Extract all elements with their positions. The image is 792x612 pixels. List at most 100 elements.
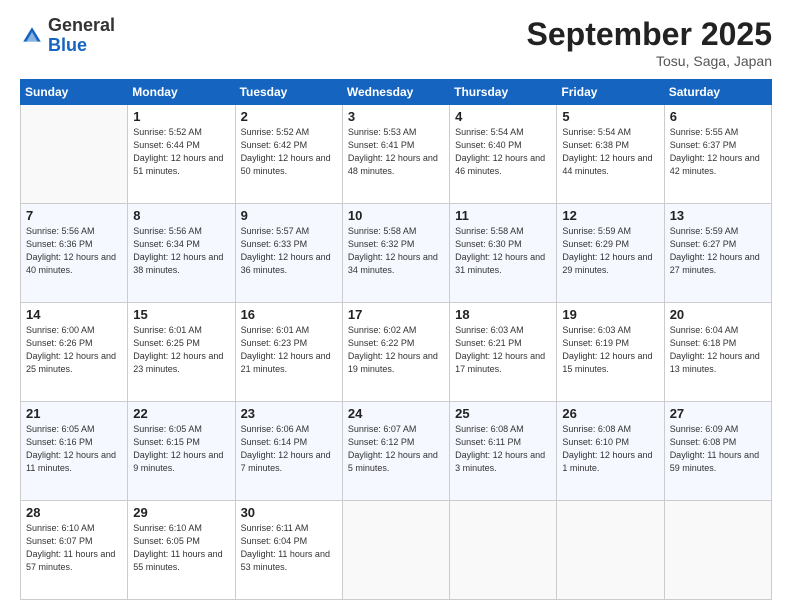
- day-number: 23: [241, 406, 337, 421]
- weekday-header-sunday: Sunday: [21, 80, 128, 105]
- calendar-cell: 14Sunrise: 6:00 AMSunset: 6:26 PMDayligh…: [21, 303, 128, 402]
- calendar-cell: 29Sunrise: 6:10 AMSunset: 6:05 PMDayligh…: [128, 501, 235, 600]
- calendar-cell: 3 Sunrise: 5:53 AMSunset: 6:41 PMDaylight…: [342, 105, 449, 204]
- calendar-cell: 11 Sunrise: 5:58 AMSunset: 6:30 PMDayligh…: [450, 204, 557, 303]
- day-number: 25: [455, 406, 551, 421]
- calendar-cell: 22Sunrise: 6:05 AMSunset: 6:15 PMDayligh…: [128, 402, 235, 501]
- day-number: 3: [348, 109, 444, 124]
- day-info: Sunrise: 6:03 AMSunset: 6:21 PMDaylight:…: [455, 324, 551, 376]
- day-info: Sunrise: 5:58 AMSunset: 6:32 PMDaylight:…: [348, 225, 444, 277]
- title-block: September 2025 Tosu, Saga, Japan: [527, 16, 772, 69]
- calendar-cell: [664, 501, 771, 600]
- calendar-cell: 30 Sunrise: 6:11 AMSunset: 6:04 PMDayligh…: [235, 501, 342, 600]
- calendar-cell: 25Sunrise: 6:08 AMSunset: 6:11 PMDayligh…: [450, 402, 557, 501]
- day-info: Sunrise: 5:59 AMSunset: 6:27 PMDaylight:…: [670, 225, 766, 277]
- day-number: 1: [133, 109, 229, 124]
- day-info: Sunrise: 5:53 AMSunset: 6:41 PMDaylight:…: [348, 126, 444, 178]
- day-number: 17: [348, 307, 444, 322]
- page: General Blue September 2025 Tosu, Saga, …: [0, 0, 792, 612]
- day-number: 28: [26, 505, 122, 520]
- calendar-cell: 13 Sunrise: 5:59 AMSunset: 6:27 PMDayligh…: [664, 204, 771, 303]
- week-row-1: 1 Sunrise: 5:52 AMSunset: 6:44 PMDaylight…: [21, 105, 772, 204]
- logo: General Blue: [20, 16, 115, 56]
- day-number: 26: [562, 406, 658, 421]
- calendar-cell: 4 Sunrise: 5:54 AMSunset: 6:40 PMDaylight…: [450, 105, 557, 204]
- logo-general: General: [48, 15, 115, 35]
- day-info: Sunrise: 5:54 AMSunset: 6:38 PMDaylight:…: [562, 126, 658, 178]
- week-row-3: 14Sunrise: 6:00 AMSunset: 6:26 PMDayligh…: [21, 303, 772, 402]
- calendar-cell: 1 Sunrise: 5:52 AMSunset: 6:44 PMDaylight…: [128, 105, 235, 204]
- calendar-cell: 6 Sunrise: 5:55 AMSunset: 6:37 PMDaylight…: [664, 105, 771, 204]
- day-info: Sunrise: 6:01 AMSunset: 6:25 PMDaylight:…: [133, 324, 229, 376]
- calendar-cell: [557, 501, 664, 600]
- day-info: Sunrise: 6:05 AMSunset: 6:15 PMDaylight:…: [133, 423, 229, 475]
- day-number: 20: [670, 307, 766, 322]
- weekday-header-monday: Monday: [128, 80, 235, 105]
- day-number: 24: [348, 406, 444, 421]
- weekday-header-row: SundayMondayTuesdayWednesdayThursdayFrid…: [21, 80, 772, 105]
- calendar-cell: 16 Sunrise: 6:01 AMSunset: 6:23 PMDayligh…: [235, 303, 342, 402]
- day-number: 13: [670, 208, 766, 223]
- day-info: Sunrise: 6:01 AMSunset: 6:23 PMDaylight:…: [241, 324, 337, 376]
- calendar-cell: 2Sunrise: 5:52 AMSunset: 6:42 PMDaylight…: [235, 105, 342, 204]
- day-number: 10: [348, 208, 444, 223]
- day-info: Sunrise: 5:54 AMSunset: 6:40 PMDaylight:…: [455, 126, 551, 178]
- day-info: Sunrise: 5:59 AMSunset: 6:29 PMDaylight:…: [562, 225, 658, 277]
- day-info: Sunrise: 5:56 AMSunset: 6:36 PMDaylight:…: [26, 225, 122, 277]
- day-info: Sunrise: 6:02 AMSunset: 6:22 PMDaylight:…: [348, 324, 444, 376]
- calendar-cell: 9Sunrise: 5:57 AMSunset: 6:33 PMDaylight…: [235, 204, 342, 303]
- day-info: Sunrise: 6:03 AMSunset: 6:19 PMDaylight:…: [562, 324, 658, 376]
- calendar-cell: 28Sunrise: 6:10 AMSunset: 6:07 PMDayligh…: [21, 501, 128, 600]
- day-number: 12: [562, 208, 658, 223]
- day-number: 18: [455, 307, 551, 322]
- day-info: Sunrise: 5:52 AMSunset: 6:44 PMDaylight:…: [133, 126, 229, 178]
- logo-text: General Blue: [48, 16, 115, 56]
- calendar-cell: 8 Sunrise: 5:56 AMSunset: 6:34 PMDaylight…: [128, 204, 235, 303]
- day-number: 6: [670, 109, 766, 124]
- day-number: 9: [241, 208, 337, 223]
- day-info: Sunrise: 5:58 AMSunset: 6:30 PMDaylight:…: [455, 225, 551, 277]
- calendar-cell: 15 Sunrise: 6:01 AMSunset: 6:25 PMDayligh…: [128, 303, 235, 402]
- calendar-cell: 23 Sunrise: 6:06 AMSunset: 6:14 PMDayligh…: [235, 402, 342, 501]
- weekday-header-friday: Friday: [557, 80, 664, 105]
- logo-icon: [20, 24, 44, 48]
- week-row-4: 21 Sunrise: 6:05 AMSunset: 6:16 PMDayligh…: [21, 402, 772, 501]
- day-number: 15: [133, 307, 229, 322]
- weekday-header-tuesday: Tuesday: [235, 80, 342, 105]
- day-number: 4: [455, 109, 551, 124]
- weekday-header-thursday: Thursday: [450, 80, 557, 105]
- day-info: Sunrise: 6:11 AMSunset: 6:04 PMDaylight:…: [241, 522, 337, 574]
- day-number: 30: [241, 505, 337, 520]
- day-number: 11: [455, 208, 551, 223]
- calendar-cell: 21 Sunrise: 6:05 AMSunset: 6:16 PMDayligh…: [21, 402, 128, 501]
- header: General Blue September 2025 Tosu, Saga, …: [20, 16, 772, 69]
- logo-blue: Blue: [48, 35, 87, 55]
- week-row-5: 28Sunrise: 6:10 AMSunset: 6:07 PMDayligh…: [21, 501, 772, 600]
- day-info: Sunrise: 5:56 AMSunset: 6:34 PMDaylight:…: [133, 225, 229, 277]
- weekday-header-saturday: Saturday: [664, 80, 771, 105]
- day-number: 21: [26, 406, 122, 421]
- calendar-cell: 7Sunrise: 5:56 AMSunset: 6:36 PMDaylight…: [21, 204, 128, 303]
- calendar-cell: 12 Sunrise: 5:59 AMSunset: 6:29 PMDayligh…: [557, 204, 664, 303]
- calendar-cell: [342, 501, 449, 600]
- day-number: 8: [133, 208, 229, 223]
- calendar-cell: 20 Sunrise: 6:04 AMSunset: 6:18 PMDayligh…: [664, 303, 771, 402]
- calendar: SundayMondayTuesdayWednesdayThursdayFrid…: [20, 79, 772, 600]
- calendar-cell: [450, 501, 557, 600]
- day-info: Sunrise: 6:10 AMSunset: 6:05 PMDaylight:…: [133, 522, 229, 574]
- day-info: Sunrise: 6:08 AMSunset: 6:10 PMDaylight:…: [562, 423, 658, 475]
- day-info: Sunrise: 6:05 AMSunset: 6:16 PMDaylight:…: [26, 423, 122, 475]
- day-number: 27: [670, 406, 766, 421]
- day-number: 5: [562, 109, 658, 124]
- calendar-cell: 27Sunrise: 6:09 AMSunset: 6:08 PMDayligh…: [664, 402, 771, 501]
- day-info: Sunrise: 5:55 AMSunset: 6:37 PMDaylight:…: [670, 126, 766, 178]
- day-info: Sunrise: 6:07 AMSunset: 6:12 PMDaylight:…: [348, 423, 444, 475]
- weekday-header-wednesday: Wednesday: [342, 80, 449, 105]
- day-info: Sunrise: 6:04 AMSunset: 6:18 PMDaylight:…: [670, 324, 766, 376]
- calendar-cell: 26 Sunrise: 6:08 AMSunset: 6:10 PMDayligh…: [557, 402, 664, 501]
- calendar-cell: 19Sunrise: 6:03 AMSunset: 6:19 PMDayligh…: [557, 303, 664, 402]
- day-number: 16: [241, 307, 337, 322]
- calendar-cell: 18 Sunrise: 6:03 AMSunset: 6:21 PMDayligh…: [450, 303, 557, 402]
- day-info: Sunrise: 6:00 AMSunset: 6:26 PMDaylight:…: [26, 324, 122, 376]
- day-info: Sunrise: 6:06 AMSunset: 6:14 PMDaylight:…: [241, 423, 337, 475]
